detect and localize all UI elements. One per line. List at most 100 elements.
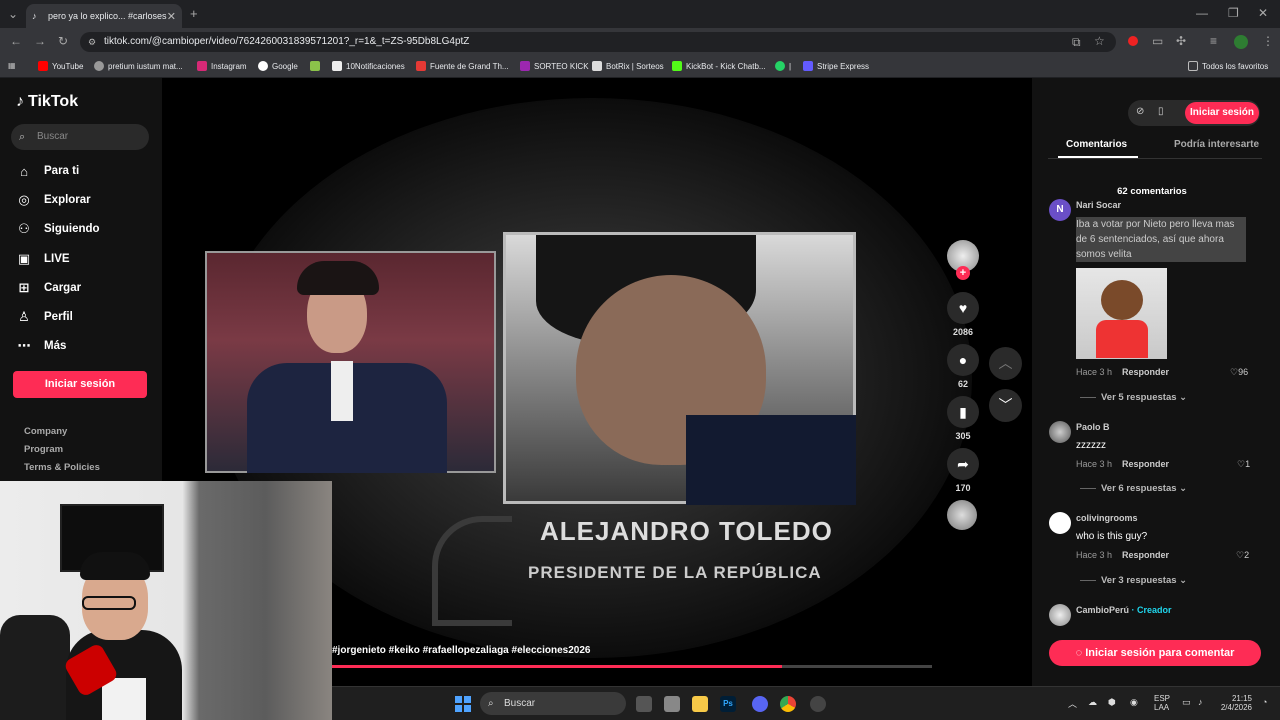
like-button[interactable]: ♥ (947, 292, 979, 324)
tab-list-icon[interactable]: ⌄ (8, 7, 18, 21)
nav-perfil[interactable]: ♙ Perfil (16, 306, 73, 328)
bookmark-kickbot[interactable]: KickBot - Kick Chatb... (672, 61, 766, 71)
extensions-puzzle-icon[interactable]: ✣ (1176, 34, 1186, 48)
share-button[interactable]: ➦ (947, 448, 979, 480)
prev-video-button[interactable]: ︿ (989, 347, 1022, 380)
window-close-icon[interactable]: ✕ (1258, 6, 1268, 20)
follow-plus-icon[interactable]: + (956, 266, 970, 280)
sound-disc[interactable] (947, 500, 977, 530)
reply-link[interactable]: Responder (1122, 367, 1169, 377)
app-icon[interactable] (810, 696, 826, 712)
nav-mas[interactable]: ⋯ Más (16, 335, 67, 357)
bookmark-grand-theft[interactable]: Fuente de Grand Th... (416, 61, 509, 71)
nav-explorar[interactable]: ◎ Explorar (16, 189, 90, 211)
comment-like[interactable]: ♡1 (1237, 459, 1250, 470)
view-replies[interactable]: Ver 6 respuestas ⌄ (1080, 483, 1187, 494)
bookmark-10notificaciones[interactable]: 10Notificaciones (332, 61, 405, 71)
user-icon: ♙ (18, 309, 30, 324)
site-info-icon[interactable]: ⚙ (88, 32, 96, 52)
bookmark-misc[interactable] (310, 61, 320, 71)
tray-app-icon[interactable]: ⬢ (1108, 697, 1116, 708)
nav-para-ti[interactable]: ⌂ Para ti (16, 160, 79, 182)
taskbar-search[interactable]: ⌕ Buscar (480, 692, 626, 715)
coin-icon[interactable]: ⊘ (1136, 106, 1144, 117)
bookmark-whatsapp[interactable]: | (775, 61, 791, 71)
task-view-icon[interactable] (636, 696, 652, 712)
heart-outline-icon: ♡ (1230, 367, 1239, 377)
tray-app-icon[interactable]: ☁ (1088, 697, 1097, 708)
bookmark-instagram[interactable]: Instagram (197, 61, 247, 71)
webcam-chair (0, 615, 70, 720)
bookmark-sorteo-kick[interactable]: SORTEO KICK (520, 61, 589, 71)
bookmark-google[interactable]: Google (258, 61, 298, 71)
comment-button[interactable]: ● (947, 344, 979, 376)
tray-chevron-icon[interactable]: ︿ (1068, 697, 1077, 710)
comment-author[interactable]: CambioPerú · Creador (1076, 605, 1172, 615)
footer-company[interactable]: Company (24, 426, 67, 437)
footer-program[interactable]: Program (24, 444, 63, 455)
new-tab-icon[interactable]: + (190, 6, 198, 21)
forward-icon[interactable]: → (34, 34, 46, 48)
reply-link[interactable]: Responder (1122, 550, 1169, 560)
search-input[interactable]: ⌕ Buscar (11, 124, 149, 150)
extension-icon[interactable] (1128, 36, 1138, 46)
reading-list-icon[interactable]: ≡ (1210, 34, 1217, 48)
nav-siguiendo[interactable]: ⚇ Siguiendo (16, 218, 99, 240)
minimize-icon[interactable]: — (1196, 6, 1208, 20)
comment-author[interactable]: Paolo B (1076, 422, 1110, 432)
nav-cargar[interactable]: ⊞ Cargar (16, 277, 82, 299)
app-icon[interactable] (664, 696, 680, 712)
avatar[interactable] (1049, 604, 1071, 626)
device-icon[interactable]: ▯ (1158, 106, 1164, 117)
tab-podria-interesarte[interactable]: Podría interesarte (1174, 139, 1260, 150)
all-bookmarks[interactable]: Todos los favoritos (1188, 61, 1268, 71)
reload-icon[interactable]: ↻ (58, 34, 68, 48)
login-to-comment-button[interactable]: ◌ Iniciar sesión para comentar (1049, 640, 1261, 666)
panel-login-button[interactable]: Iniciar sesión (1185, 102, 1259, 124)
comment-author[interactable]: colivingrooms (1076, 513, 1138, 523)
bookmark-botrix[interactable]: BotRix | Sorteos (592, 61, 664, 71)
windows-start-icon[interactable] (455, 696, 471, 712)
login-button[interactable]: Iniciar sesión (13, 371, 147, 398)
comment-like[interactable]: ♡2 (1236, 550, 1249, 561)
notifications-icon[interactable]: ◔ (1262, 697, 1267, 707)
extension-icon[interactable]: ▭ (1152, 34, 1163, 48)
reply-link[interactable]: Responder (1122, 459, 1169, 469)
comment-like[interactable]: ♡96 (1230, 367, 1248, 378)
menu-icon[interactable]: ⋮ (1262, 34, 1274, 48)
back-icon[interactable]: ← (10, 34, 22, 48)
file-explorer-icon[interactable] (692, 696, 708, 712)
tray-app-icon[interactable]: ◉ (1130, 697, 1138, 708)
apps-icon[interactable]: ▦ (8, 61, 16, 70)
install-app-icon[interactable]: ⧉ (1072, 35, 1081, 50)
tiktok-logo[interactable]: ♪ TikTok (16, 93, 78, 111)
language-indicator[interactable]: ESP LAA (1154, 694, 1170, 712)
profile-avatar[interactable] (1234, 35, 1248, 49)
video-hashtags[interactable]: #jorgenieto #keiko #rafaellopezaliaga #e… (332, 645, 590, 656)
browser-tab[interactable]: ♪ pero ya lo explico... #carlosesp ✕ (26, 4, 182, 28)
comment-author[interactable]: Nari Socar (1076, 200, 1121, 210)
bookmark-pretium[interactable]: pretium iustum mat... (94, 61, 183, 71)
photoshop-icon[interactable]: Ps (720, 696, 736, 712)
avatar[interactable] (1049, 421, 1071, 443)
avatar[interactable] (1049, 512, 1071, 534)
bookmark-youtube[interactable]: YouTube (38, 61, 83, 71)
tab-comentarios[interactable]: Comentarios (1066, 139, 1127, 150)
bookmark-star-icon[interactable]: ☆ (1094, 34, 1105, 48)
address-bar[interactable]: ⚙ tiktok.com/@cambioper/video/7624260031… (80, 32, 1116, 52)
clock[interactable]: 21:15 2/4/2026 (1218, 694, 1252, 712)
restore-icon[interactable]: ❐ (1228, 6, 1239, 20)
footer-terms[interactable]: Terms & Policies (24, 462, 100, 473)
discord-icon[interactable] (752, 696, 768, 712)
bookmark-stripe[interactable]: Stripe Express (803, 61, 869, 71)
network-icon[interactable]: ▭ (1182, 697, 1191, 708)
view-replies[interactable]: Ver 3 respuestas ⌄ (1080, 575, 1187, 586)
avatar[interactable]: N (1049, 199, 1071, 221)
view-replies[interactable]: Ver 5 respuestas ⌄ (1080, 392, 1187, 403)
save-button[interactable]: ▮ (947, 396, 979, 428)
next-video-button[interactable]: ﹀ (989, 389, 1022, 422)
volume-icon[interactable]: ♪ (1198, 697, 1203, 707)
close-tab-icon[interactable]: ✕ (167, 10, 176, 23)
chrome-icon[interactable] (780, 696, 796, 712)
nav-live[interactable]: ▣ LIVE (16, 248, 70, 270)
